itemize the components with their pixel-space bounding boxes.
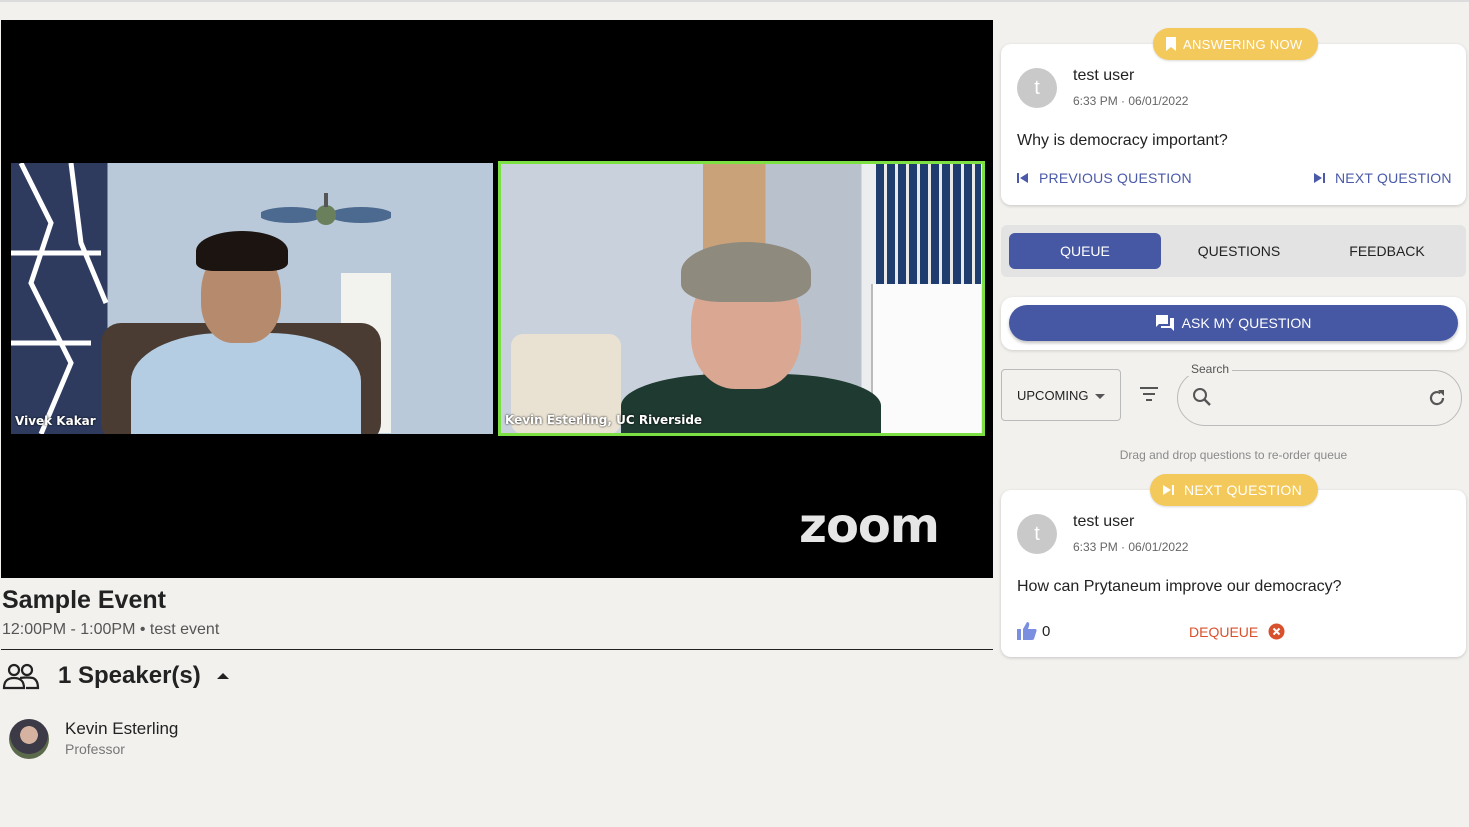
participant-body: [131, 333, 361, 434]
ask-question-button[interactable]: ASK MY QUESTION: [1009, 305, 1458, 341]
forum-icon: [1155, 315, 1174, 331]
queue-hint: Drag and drop questions to re-order queu…: [1119, 448, 1348, 462]
cancel-icon: [1268, 623, 1285, 640]
ask-question-card: ASK MY QUESTION: [1001, 297, 1466, 350]
sort-select[interactable]: UPCOMING: [1001, 369, 1121, 421]
wall-art: [11, 163, 109, 434]
current-question-card: t test user 6:33 PM · 06/01/2022 Why is …: [1001, 44, 1466, 205]
participant-tile-left: Vivek Kakar: [11, 163, 493, 434]
refresh-icon[interactable]: [1427, 388, 1447, 408]
participant-name-right: Kevin Esterling, UC Riverside: [505, 413, 703, 427]
answering-now-badge: ANSWERING NOW: [1153, 28, 1319, 60]
next-question-badge-label: NEXT QUESTION: [1184, 482, 1302, 498]
top-border: [0, 0, 1469, 2]
question-time: 6:33 PM · 06/01/2022: [1073, 540, 1189, 554]
skip-next-icon: [1314, 173, 1325, 183]
like-count: 0: [1042, 622, 1051, 640]
question-author: test user: [1073, 513, 1135, 530]
previous-question-label: PREVIOUS QUESTION: [1039, 170, 1192, 186]
people-icon: [2, 663, 40, 690]
previous-question-button[interactable]: PREVIOUS QUESTION: [1017, 170, 1192, 186]
question-text: How can Prytaneum improve our democracy?: [1017, 578, 1342, 595]
bookmark-icon: [1166, 37, 1176, 51]
skip-previous-icon: [1017, 173, 1028, 183]
avatar: t: [1017, 68, 1057, 108]
bookshelf: [876, 164, 981, 284]
divider: [1, 649, 993, 650]
dequeue-button[interactable]: DEQUEUE: [1189, 623, 1285, 640]
skip-next-icon: [1163, 485, 1174, 495]
event-subtitle: 12:00PM - 1:00PM • test event: [2, 621, 220, 638]
search-label: Search: [1188, 362, 1233, 376]
zoom-logo: zoom: [799, 498, 940, 554]
next-question-button[interactable]: NEXT QUESTION: [1313, 170, 1452, 186]
like-button[interactable]: 0: [1017, 622, 1050, 640]
next-question-badge: NEXT QUESTION: [1150, 474, 1318, 506]
event-title: Sample Event: [2, 586, 166, 614]
filter-icon[interactable]: [1139, 386, 1159, 402]
sort-select-value: UPCOMING: [1017, 387, 1089, 403]
search-input[interactable]: [1224, 385, 1414, 411]
question-author: test user: [1073, 67, 1135, 84]
ask-question-label: ASK MY QUESTION: [1181, 315, 1312, 331]
participant-tile-right-active-speaker: Kevin Esterling, UC Riverside: [498, 161, 985, 436]
search-icon: [1193, 388, 1211, 406]
answering-now-label: ANSWERING NOW: [1183, 36, 1303, 52]
speaker-name: Kevin Esterling: [65, 719, 179, 738]
speakers-toggle[interactable]: 1 Speaker(s): [2, 660, 229, 692]
tab-queue[interactable]: QUEUE: [1009, 233, 1161, 269]
whiteboard: [871, 284, 981, 433]
ceiling-fan: [261, 193, 391, 225]
video-player[interactable]: Vivek Kakar Kevin Esterling, UC Riversid…: [1, 20, 993, 578]
dequeue-label: DEQUEUE: [1189, 623, 1259, 640]
participant-hair: [681, 242, 811, 302]
speakers-count: 1 Speaker(s): [58, 662, 201, 689]
tab-bar: QUEUE QUESTIONS FEEDBACK: [1001, 225, 1466, 277]
question-time: 6:33 PM · 06/01/2022: [1073, 94, 1189, 108]
dropdown-arrow-icon: [1095, 394, 1105, 399]
speaker-role: Professor: [65, 741, 125, 757]
participant-hair: [196, 231, 288, 271]
avatar: t: [1017, 514, 1057, 554]
speaker-avatar: [9, 719, 49, 759]
next-question-label: NEXT QUESTION: [1335, 170, 1452, 186]
tab-questions[interactable]: QUESTIONS: [1163, 233, 1315, 269]
caret-up-icon: [216, 673, 229, 679]
thumbs-up-icon: [1017, 622, 1037, 640]
question-text: Why is democracy important?: [1017, 132, 1228, 149]
search-field[interactable]: [1177, 370, 1462, 426]
queue-question-card[interactable]: t test user 6:33 PM · 06/01/2022 How can…: [1001, 490, 1466, 657]
speaker-item[interactable]: Kevin Esterling Professor: [9, 719, 178, 759]
tab-feedback[interactable]: FEEDBACK: [1311, 233, 1463, 269]
participant-name-left: Vivek Kakar: [15, 414, 96, 428]
